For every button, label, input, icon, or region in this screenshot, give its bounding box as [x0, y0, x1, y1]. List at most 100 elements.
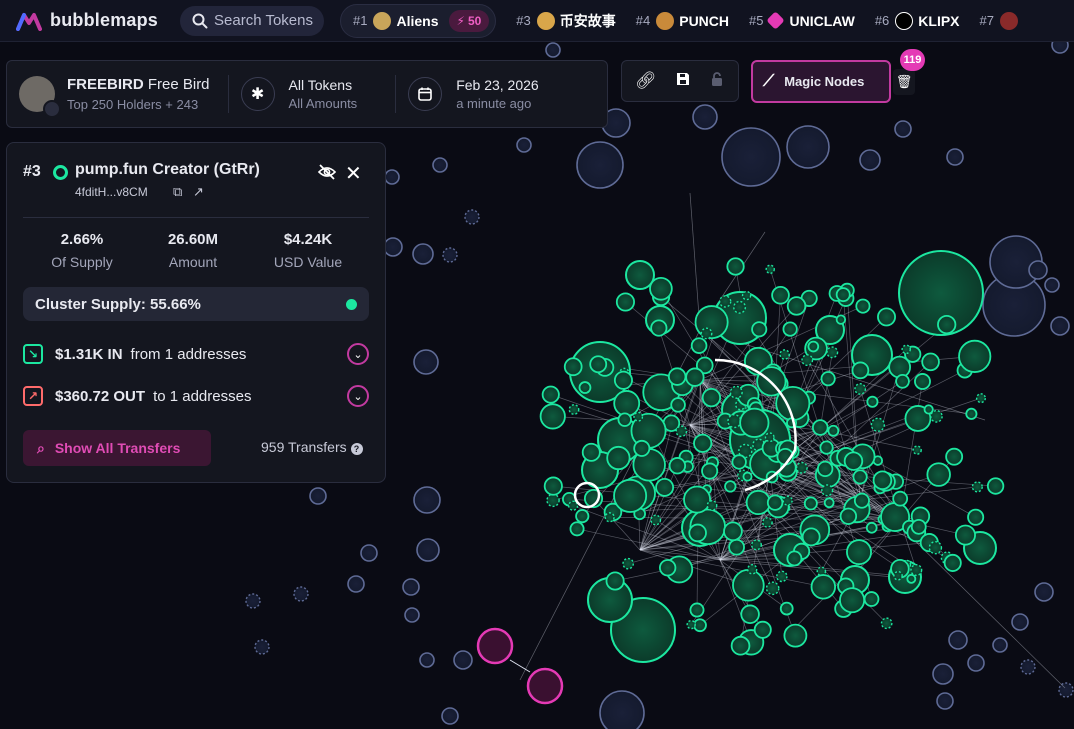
cluster-bubble[interactable]: [803, 496, 818, 511]
cluster-bubble[interactable]: [782, 495, 793, 506]
trending-token-4[interactable]: #4 PUNCH: [636, 11, 729, 30]
cluster-bubble[interactable]: [686, 619, 696, 630]
highlighted-bubble[interactable]: [476, 627, 514, 665]
holder-bubble[interactable]: [413, 349, 439, 375]
holder-bubble[interactable]: [360, 544, 378, 562]
cluster-supply-row[interactable]: Cluster Supply: 55.66%: [23, 287, 369, 321]
holder-bubble[interactable]: [254, 639, 270, 655]
chevron-down-icon[interactable]: ⌄: [347, 343, 369, 365]
cluster-bubble[interactable]: [975, 393, 987, 404]
save-icon[interactable]: [675, 71, 691, 92]
cluster-bubble[interactable]: [776, 570, 788, 583]
holder-bubble[interactable]: [309, 487, 327, 505]
cluster-bubble[interactable]: [742, 471, 753, 482]
cluster-bubble[interactable]: [726, 257, 745, 276]
holder-bubble[interactable]: [442, 247, 458, 263]
cluster-bubble[interactable]: [823, 497, 835, 509]
cluster-bubble[interactable]: [965, 407, 978, 420]
trending-token-1[interactable]: #1 Aliens ⚡ 50: [340, 3, 497, 38]
cluster-bubble[interactable]: [779, 601, 794, 616]
highlighted-bubbles[interactable]: [476, 627, 564, 705]
cluster-bubble[interactable]: [569, 521, 585, 537]
cluster-bubble[interactable]: [718, 295, 732, 308]
cluster-bubble[interactable]: [872, 470, 893, 491]
holder-bubble[interactable]: [948, 630, 968, 650]
cluster-bubble[interactable]: [762, 517, 773, 528]
cluster-bubble[interactable]: [617, 412, 632, 427]
holder-bubble[interactable]: [1058, 682, 1074, 698]
holder-bubble[interactable]: [416, 538, 440, 562]
outflow-row[interactable]: ↗ $360.72 OUT to 1 addresses ⌄: [23, 381, 369, 411]
holder-bubble[interactable]: [967, 654, 985, 672]
cluster-bubble[interactable]: [820, 371, 836, 387]
holder-bubble[interactable]: [383, 237, 403, 257]
holder-bubble[interactable]: [721, 127, 781, 187]
holder-bubble[interactable]: [1011, 613, 1029, 631]
holder-bubble[interactable]: [347, 575, 365, 593]
cluster-bubble[interactable]: [613, 370, 633, 390]
cluster-bubble[interactable]: [846, 539, 872, 566]
cluster-bubble[interactable]: [971, 481, 983, 493]
cluster-bubble[interactable]: [937, 314, 957, 335]
cluster-bubble[interactable]: [688, 523, 707, 543]
holder-bubble[interactable]: [1044, 277, 1060, 293]
holder-bubble[interactable]: [412, 243, 434, 265]
cluster-bubble[interactable]: [779, 349, 790, 360]
close-icon[interactable]: ✕: [345, 161, 362, 186]
cluster-bubble[interactable]: [563, 357, 583, 377]
holder-bubble[interactable]: [859, 149, 881, 171]
cluster-bubble[interactable]: [753, 620, 772, 639]
external-link-icon[interactable]: ↗: [193, 184, 204, 200]
cluster-bubble[interactable]: [892, 490, 909, 507]
cluster-bubble[interactable]: [731, 454, 747, 470]
cluster-bubble[interactable]: [578, 381, 592, 394]
cluster-bubble[interactable]: [801, 527, 821, 547]
cluster-bubble[interactable]: [746, 564, 758, 575]
cluster-bubble[interactable]: [910, 564, 923, 577]
cluster-bubble[interactable]: [786, 550, 803, 567]
help-icon[interactable]: ?: [350, 443, 363, 455]
trending-token-3[interactable]: #3 币安故事: [516, 11, 616, 31]
cluster-bubble[interactable]: [650, 514, 662, 526]
holder-bubble[interactable]: [404, 607, 420, 623]
cluster-bubble[interactable]: [954, 524, 976, 546]
cluster-bubble[interactable]: [693, 433, 713, 453]
holder-bubble[interactable]: [1020, 659, 1036, 675]
lock-icon[interactable]: [709, 71, 725, 92]
cluster-bubble[interactable]: [733, 300, 747, 314]
holder-bubble[interactable]: [894, 120, 912, 138]
cluster-bubble[interactable]: [539, 403, 566, 430]
cluster-bubble[interactable]: [782, 321, 798, 337]
cluster-bubble[interactable]: [764, 432, 775, 443]
cluster-bubble[interactable]: [613, 478, 648, 513]
cluster-bubble[interactable]: [633, 411, 644, 422]
cluster-bubble[interactable]: [575, 509, 590, 524]
asterisk-icon[interactable]: ✱: [240, 77, 275, 111]
cluster-bubble[interactable]: [895, 373, 910, 389]
cluster-bubble[interactable]: [728, 538, 745, 556]
cluster-bubble[interactable]: [821, 484, 834, 497]
main-cluster-bubbles[interactable]: [539, 250, 1005, 663]
cluster-bubble[interactable]: [870, 417, 886, 432]
cluster-bubble[interactable]: [622, 557, 634, 570]
cluster-bubble[interactable]: [741, 290, 752, 301]
cluster-bubble[interactable]: [851, 361, 870, 380]
cluster-bubble[interactable]: [921, 352, 940, 372]
cluster-bubble[interactable]: [863, 591, 880, 607]
cluster-bubble[interactable]: [689, 602, 705, 618]
cluster-bubble[interactable]: [855, 298, 871, 314]
holder-bubble[interactable]: [545, 42, 561, 58]
cluster-bubble[interactable]: [690, 337, 708, 354]
trash-icon[interactable]: 🗑︎: [893, 69, 915, 95]
cluster-bubble[interactable]: [683, 485, 712, 514]
holder-bubble[interactable]: [516, 137, 532, 153]
cluster-bubble[interactable]: [912, 445, 922, 455]
trending-token-5[interactable]: #5 UNICLAW: [749, 11, 855, 30]
highlighted-bubble[interactable]: [526, 667, 564, 705]
search-input[interactable]: Search Tokens: [180, 5, 325, 36]
cluster-bubble[interactable]: [670, 397, 686, 413]
cluster-bubble[interactable]: [589, 355, 608, 374]
cluster-bubble[interactable]: [807, 340, 820, 353]
cluster-bubble[interactable]: [839, 507, 858, 525]
cluster-bubble[interactable]: [765, 264, 775, 274]
